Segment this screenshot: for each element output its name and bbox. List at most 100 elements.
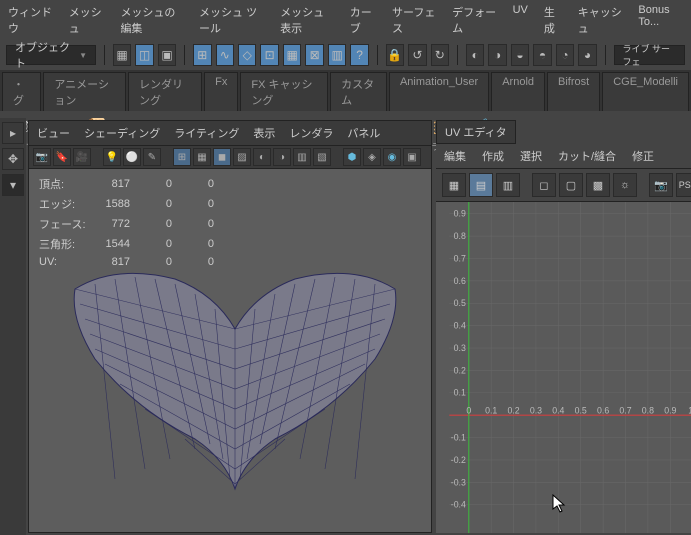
lock-icon[interactable]: 🔒 (386, 44, 404, 66)
sym-z-icon[interactable]: ◒ (511, 44, 529, 66)
history-up-icon[interactable]: ↺ (408, 44, 426, 66)
menu-window[interactable]: ウィンドウ (8, 4, 53, 36)
menu-deform[interactable]: デフォーム (452, 4, 496, 36)
select-tool-icon[interactable]: ▦ (113, 44, 131, 66)
vp-joint-icon[interactable]: ⚪ (123, 148, 141, 166)
vp-light2-icon[interactable]: ◐ (253, 148, 271, 166)
vp-menu-view[interactable]: ビュー (37, 125, 70, 141)
shelf-tab-rendering[interactable]: レンダリング (128, 72, 202, 111)
uv-toolbar: ▦ ▤ ▥ ◻ ▢ ▩ ☼ 📷 PSD (436, 168, 691, 202)
menu-mesh-display[interactable]: メッシュ表示 (280, 4, 334, 36)
vp-texture-icon[interactable]: ▨ (233, 148, 251, 166)
uv-menu-modify[interactable]: 修正 (632, 148, 654, 164)
uv-shade-icon[interactable]: ◻ (532, 173, 556, 197)
uv-psd-icon[interactable]: PSD (676, 173, 691, 197)
snap-plane-icon[interactable]: ⊡ (260, 44, 278, 66)
snap-live-icon[interactable]: ⊠ (305, 44, 323, 66)
live-dropdown[interactable]: ライブ サーフェ (614, 45, 686, 65)
uv-grid2-icon[interactable]: ▤ (469, 173, 493, 197)
mode-dropdown-label: オブジェクト (15, 39, 79, 71)
menu-generate[interactable]: 生成 (544, 4, 562, 36)
menu-mesh-tools[interactable]: メッシュ ツール (199, 4, 264, 36)
uv-wire-icon[interactable]: ▢ (559, 173, 583, 197)
svg-text:0.7: 0.7 (619, 405, 631, 415)
viewport-panel: ビュー シェーディング ライティング 表示 レンダラ パネル 📷 🔖 🎥 💡 ⚪… (28, 120, 432, 533)
paint-tool-icon[interactable]: ▣ (158, 44, 176, 66)
vp-isolate-icon[interactable]: ⬢ (343, 148, 361, 166)
menu-mesh[interactable]: メッシュ (69, 4, 105, 36)
live-dropdown-label: ライブ サーフェ (623, 42, 677, 68)
vp-xray-icon[interactable]: ◈ (363, 148, 381, 166)
shelf-tab-arnold[interactable]: Arnold (491, 72, 545, 111)
uv-viewport[interactable]: 0.9 0.8 0.7 0.6 0.5 0.4 0.3 0.2 0.1 -0.1… (436, 202, 691, 533)
svg-text:-0.3: -0.3 (451, 477, 466, 487)
vp-shadow-icon[interactable]: ◑ (273, 148, 291, 166)
uv-menu-create[interactable]: 作成 (482, 148, 504, 164)
uv-grid1-icon[interactable]: ▦ (442, 173, 466, 197)
uv-editor-panel: UV エディタ 編集 作成 選択 カット/縫合 修正 ▦ ▤ ▥ ◻ ▢ ▩ ☼… (436, 120, 691, 533)
menu-surface[interactable]: サーフェス (392, 4, 436, 36)
shelf-tab-0[interactable]: ・グ (2, 72, 41, 111)
snap-grid-icon[interactable]: ⊞ (193, 44, 211, 66)
menu-cache[interactable]: キャッシュ (578, 4, 623, 36)
shelf-tab-bifrost[interactable]: Bifrost (547, 72, 600, 111)
mode-dropdown[interactable]: オブジェクト ▼ (6, 45, 96, 65)
shelf-tab-custom[interactable]: カスタム (330, 72, 387, 111)
viewport-3d[interactable]: 頂点:81700 エッジ:158800 フェース:77200 三角形:15440… (29, 169, 431, 532)
vp-motion-icon[interactable]: ▧ (313, 148, 331, 166)
vp-xray2-icon[interactable]: ◉ (383, 148, 401, 166)
tool-select-icon[interactable]: ▸ (2, 122, 24, 144)
uv-grid3-icon[interactable]: ▥ (496, 173, 520, 197)
menu-bonus[interactable]: Bonus To... (638, 4, 683, 36)
shelf-tab-fx[interactable]: Fx (204, 72, 238, 111)
snap-view-icon[interactable]: ▦ (283, 44, 301, 66)
svg-text:0.6: 0.6 (597, 405, 609, 415)
status-toolbar: オブジェクト ▼ ▦ ◫ ▣ ⊞ ∿ ◇ ⊡ ▦ ⊠ ▥ ? 🔒 ↺ ↻ ◐ ◑… (0, 40, 691, 70)
shelf-tab-fxcache[interactable]: FX キャッシング (240, 72, 328, 111)
vp-menu-renderer[interactable]: レンダラ (289, 125, 333, 141)
vp-cam2-icon[interactable]: 🎥 (73, 148, 91, 166)
vp-light-icon[interactable]: 💡 (103, 148, 121, 166)
menu-curve[interactable]: カーブ (350, 4, 376, 36)
tool-move-icon[interactable]: ✥ (2, 148, 24, 170)
shelf-tab-animuser[interactable]: Animation_User (389, 72, 489, 111)
viewport-toolbar: 📷 🔖 🎥 💡 ⚪ ✎ ⊞ ▦ ◼ ▨ ◐ ◑ ▥ ▧ ⬢ ◈ ◉ ▣ (29, 145, 431, 169)
uv-menu-select[interactable]: 選択 (520, 148, 542, 164)
vp-wireframe-icon[interactable]: ▦ (193, 148, 211, 166)
sym-x-icon[interactable]: ◐ (466, 44, 484, 66)
sym-y-icon[interactable]: ◑ (488, 44, 506, 66)
snap-point-icon[interactable]: ◇ (238, 44, 256, 66)
vp-bookmark-icon[interactable]: 🔖 (53, 148, 71, 166)
snap-curve-icon[interactable]: ∿ (216, 44, 234, 66)
vp-ik-icon[interactable]: ✎ (143, 148, 161, 166)
history-down-icon[interactable]: ↻ (431, 44, 449, 66)
uv-menu-edit[interactable]: 編集 (444, 148, 466, 164)
shelf-tab-animation[interactable]: アニメーション (43, 72, 126, 111)
svg-text:-0.4: -0.4 (451, 500, 466, 510)
vp-menu-panel[interactable]: パネル (347, 125, 380, 141)
vp-grid-icon[interactable]: ⊞ (173, 148, 191, 166)
tool-dropdown-icon[interactable]: ▾ (2, 174, 24, 196)
lasso-tool-icon[interactable]: ◫ (135, 44, 153, 66)
menu-uv[interactable]: UV (513, 4, 528, 36)
snap-toggle-icon[interactable]: ▥ (328, 44, 346, 66)
uv-snapshot-icon[interactable]: 📷 (649, 173, 673, 197)
help-icon[interactable]: ? (350, 44, 368, 66)
vp-camera-icon[interactable]: 📷 (33, 148, 51, 166)
vp-xray3-icon[interactable]: ▣ (403, 148, 421, 166)
menu-mesh-edit[interactable]: メッシュの編集 (120, 4, 183, 36)
uv-checker-icon[interactable]: ▩ (586, 173, 610, 197)
mesh-preview (55, 259, 415, 499)
sym-obj-icon[interactable]: ◔ (556, 44, 574, 66)
sym-world-icon[interactable]: ◓ (533, 44, 551, 66)
shelf-tab-cge[interactable]: CGE_Modelli (602, 72, 689, 111)
vp-menu-display[interactable]: 表示 (253, 125, 275, 141)
vp-shaded-icon[interactable]: ◼ (213, 148, 231, 166)
vp-menu-shading[interactable]: シェーディング (84, 125, 160, 141)
uv-dim-icon[interactable]: ☼ (613, 173, 637, 197)
sym-topo-icon[interactable]: ◕ (578, 44, 596, 66)
vp-menu-lighting[interactable]: ライティング (174, 125, 239, 141)
uv-menu-cut[interactable]: カット/縫合 (558, 148, 616, 164)
svg-text:0.7: 0.7 (454, 253, 466, 263)
vp-ao-icon[interactable]: ▥ (293, 148, 311, 166)
